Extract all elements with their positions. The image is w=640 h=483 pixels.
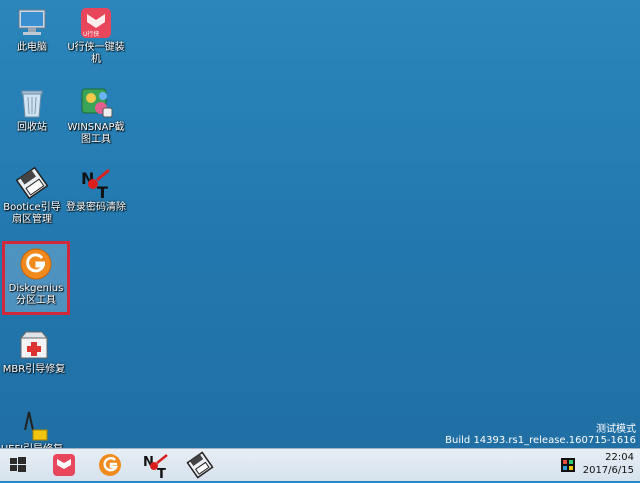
desktop-icon-password-reset[interactable]: N T 登录密码清除 bbox=[64, 162, 128, 214]
taskbar-diskgenius[interactable] bbox=[96, 451, 124, 479]
desktop-icon-recycle-bin[interactable]: 回收站 bbox=[0, 82, 64, 134]
computer-icon bbox=[15, 6, 49, 40]
bootice-icon bbox=[186, 451, 214, 479]
desktop-icon-label: WINSNAP截图工具 bbox=[67, 122, 125, 145]
recycle-bin-icon bbox=[15, 86, 49, 120]
windows-start-icon bbox=[10, 457, 26, 472]
build-watermark: Build 14393.rs1_release.160715-1616 bbox=[445, 435, 636, 446]
taskbar-clock[interactable]: 22:04 2017/6/15 bbox=[583, 451, 634, 477]
desktop-icon-label: 登录密码清除 bbox=[66, 202, 126, 213]
desktop-icon-label: Diskgenius分区工具 bbox=[8, 283, 64, 306]
diskgenius-icon bbox=[19, 247, 53, 281]
test-mode-watermark: 测试模式 bbox=[596, 424, 636, 435]
diskgenius-icon bbox=[99, 454, 121, 476]
password-reset-icon: N T bbox=[79, 166, 113, 202]
mbr-repair-icon bbox=[17, 328, 51, 362]
winsnap-icon bbox=[79, 86, 113, 120]
uefi-repair-icon bbox=[15, 408, 49, 442]
password-reset-icon: N T bbox=[143, 454, 168, 482]
taskbar-bootice[interactable] bbox=[186, 451, 214, 479]
desktop-icon-u-xingxia[interactable]: U行侠 U行侠一键装机 bbox=[64, 2, 128, 66]
u-xingxia-icon bbox=[53, 454, 75, 476]
desktop-icon-winsnap[interactable]: WINSNAP截图工具 bbox=[64, 82, 128, 146]
action-center-icon[interactable] bbox=[561, 457, 575, 472]
desktop[interactable]: 此电脑 回收站 Bootice引导扇区管理 Diskgenius分区工具 MBR… bbox=[0, 0, 640, 455]
desktop-icon-label: 此电脑 bbox=[17, 42, 47, 53]
desktop-icon-label: MBR引导修复 bbox=[2, 364, 66, 375]
taskbar: N T 22:04 2017/6/15 bbox=[0, 448, 640, 482]
start-button[interactable] bbox=[4, 451, 32, 479]
u-xingxia-icon: U行侠 bbox=[79, 6, 113, 40]
taskbar-password-reset[interactable]: N T bbox=[142, 451, 170, 482]
bootice-icon bbox=[15, 166, 49, 200]
desktop-icon-this-pc[interactable]: 此电脑 bbox=[0, 2, 64, 54]
desktop-icon-diskgenius[interactable]: Diskgenius分区工具 bbox=[4, 243, 68, 307]
desktop-icon-label: Bootice引导扇区管理 bbox=[3, 202, 61, 225]
desktop-icon-mbr-repair[interactable]: MBR引导修复 bbox=[2, 324, 66, 376]
svg-text:T: T bbox=[157, 467, 166, 479]
desktop-icon-label: 回收站 bbox=[17, 122, 47, 133]
clock-time: 22:04 bbox=[605, 452, 634, 463]
svg-text:T: T bbox=[97, 183, 108, 200]
desktop-icon-bootice[interactable]: Bootice引导扇区管理 bbox=[0, 162, 64, 226]
desktop-icon-label: U行侠一键装机 bbox=[67, 42, 125, 65]
clock-date: 2017/6/15 bbox=[582, 465, 634, 476]
u-xingxia-badge: U行侠 bbox=[83, 31, 100, 38]
taskbar-u-xingxia[interactable] bbox=[50, 451, 78, 479]
